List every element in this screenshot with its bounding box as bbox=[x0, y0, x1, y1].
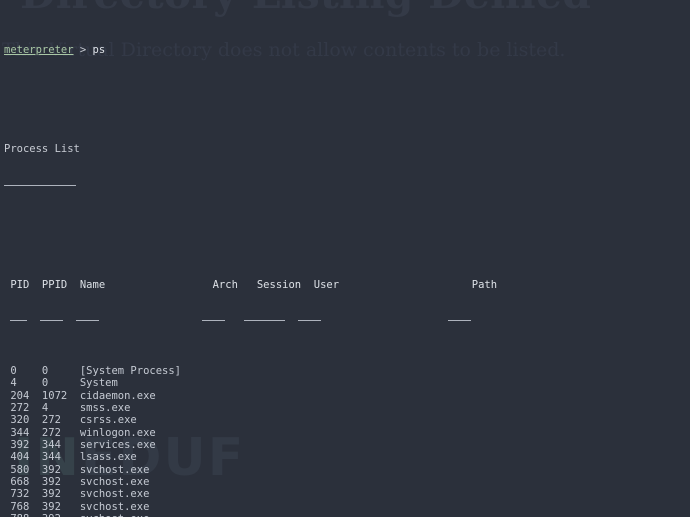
section-rule bbox=[4, 180, 690, 192]
prompt-line-ps: meterpreter > ps bbox=[4, 44, 690, 56]
table-row: 732 392 svchost.exe bbox=[4, 488, 150, 501]
process-table: 0 0 [System Process] 4 0 System 204 1072… bbox=[4, 365, 690, 517]
column-underline-arch bbox=[202, 319, 225, 321]
table-row: 4 0 System bbox=[4, 377, 118, 390]
terminal-output[interactable]: meterpreter > ps Process List PID PPID N… bbox=[0, 0, 690, 517]
prompt-arrow: > bbox=[73, 44, 93, 57]
table-row: 404 344 lsass.exe bbox=[4, 451, 137, 464]
table-header: PID PPID Name Arch Session User Path bbox=[4, 278, 498, 291]
table-row: 392 344 services.exe bbox=[4, 439, 156, 452]
section-rule-bar bbox=[4, 184, 76, 186]
prompt-label: meterpreter bbox=[4, 44, 74, 57]
table-row: 580 392 svchost.exe bbox=[4, 463, 150, 476]
column-underline-pid bbox=[10, 319, 27, 321]
table-row: 0 0 [System Process] bbox=[4, 364, 182, 377]
terminal-window: Directory Listing Denied This Virtual Di… bbox=[0, 0, 690, 517]
command-ps: ps bbox=[92, 44, 106, 57]
column-underline-user bbox=[298, 319, 321, 321]
section-title: Process List bbox=[4, 142, 80, 155]
table-header-underline bbox=[4, 316, 690, 328]
table-row: 272 4 smss.exe bbox=[4, 402, 131, 414]
table-row: 320 272 csrss.exe bbox=[4, 414, 137, 427]
table-row: 788 392 svchost.exe bbox=[4, 513, 690, 517]
column-underline-name bbox=[76, 319, 99, 321]
table-row: 668 392 svchost.exe bbox=[4, 476, 150, 489]
table-row: 768 392 svchost.exe bbox=[4, 500, 150, 513]
table-row: 204 1072 cidaemon.exe bbox=[4, 389, 156, 402]
table-row: 344 272 winlogon.exe bbox=[4, 426, 156, 439]
column-underline-path bbox=[448, 319, 471, 321]
column-underline-session bbox=[244, 319, 285, 321]
column-underline-ppid bbox=[40, 319, 63, 321]
